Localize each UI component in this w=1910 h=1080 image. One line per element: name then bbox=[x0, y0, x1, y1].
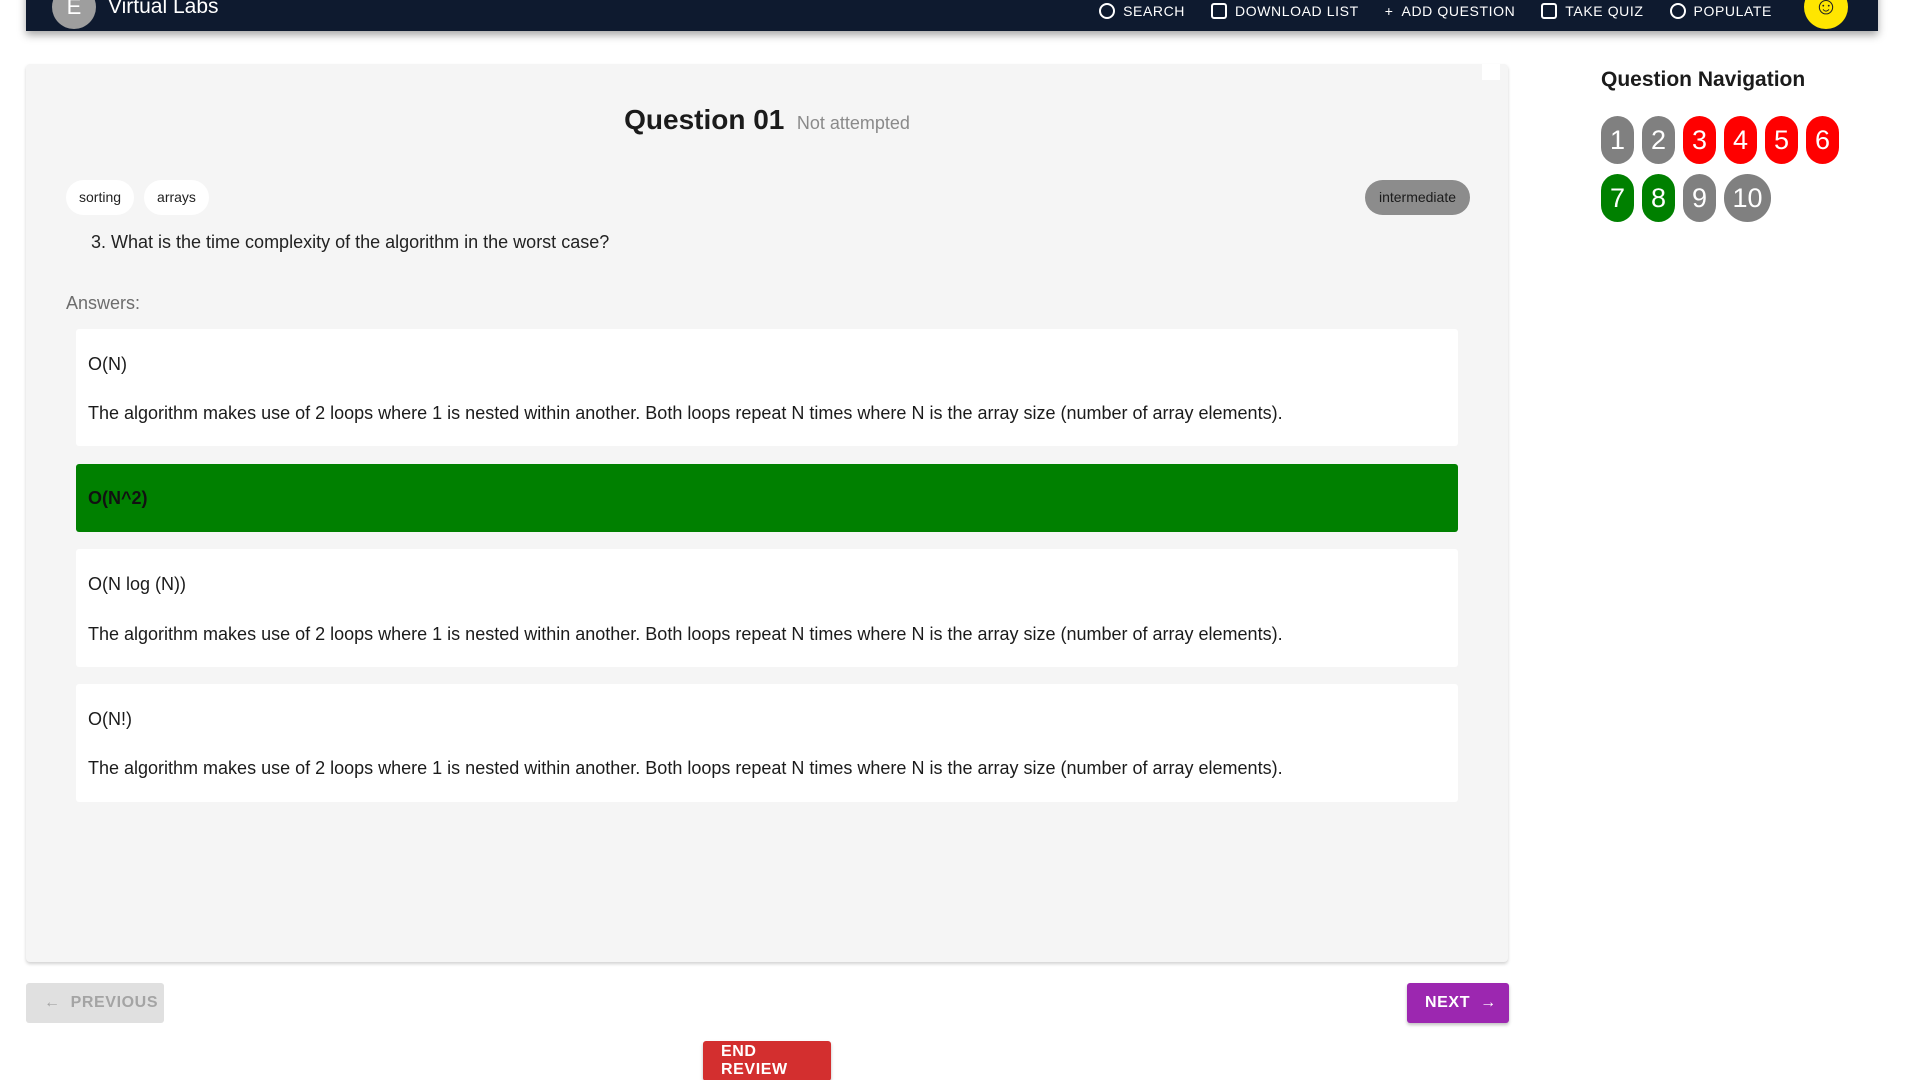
question-nav-button-10[interactable]: 10 bbox=[1724, 174, 1771, 222]
answer-explanation: The algorithm makes use of 2 loops where… bbox=[88, 758, 1283, 778]
take-quiz-button[interactable]: TAKE QUIZ bbox=[1541, 3, 1643, 19]
question-nav-button-8[interactable]: 8 bbox=[1642, 174, 1675, 222]
download-list-button[interactable]: DOWNLOAD LIST bbox=[1211, 3, 1359, 19]
question-card: Question 01 Not attempted sorting arrays… bbox=[26, 64, 1508, 962]
card-corner bbox=[1482, 64, 1500, 80]
question-header: Question 01 Not attempted bbox=[26, 104, 1508, 136]
populate-icon bbox=[1669, 3, 1686, 19]
quiz-icon bbox=[1541, 3, 1558, 19]
download-list-label: DOWNLOAD LIST bbox=[1235, 3, 1359, 19]
question-nav-button-6[interactable]: 6 bbox=[1806, 116, 1839, 164]
question-status: Not attempted bbox=[796, 113, 910, 133]
plus-icon: + bbox=[1384, 3, 1394, 19]
answer-explanation: The algorithm makes use of 2 loops where… bbox=[88, 403, 1283, 423]
question-nav-button-1[interactable]: 1 bbox=[1601, 116, 1634, 164]
user-avatar-smiley-icon[interactable]: ☺ bbox=[1804, 0, 1848, 29]
arrow-left-icon: ← bbox=[44, 994, 61, 1011]
search-icon bbox=[1099, 3, 1116, 19]
question-nav-button-4[interactable]: 4 bbox=[1724, 116, 1757, 164]
question-navigation-title: Question Navigation bbox=[1601, 68, 1806, 91]
question-text: 3. What is the time complexity of the al… bbox=[91, 232, 610, 252]
answers-label: Answers: bbox=[66, 293, 141, 313]
answer-option-text: O(N!) bbox=[88, 709, 132, 729]
answer-option-text: O(N^2) bbox=[88, 488, 148, 508]
populate-label: POPULATE bbox=[1693, 3, 1772, 19]
previous-label: PREVIOUS bbox=[70, 994, 159, 1011]
end-review-button[interactable]: END REVIEW bbox=[703, 1041, 831, 1080]
end-review-label: END REVIEW bbox=[721, 1043, 788, 1078]
question-nav-button-7[interactable]: 7 bbox=[1601, 174, 1634, 222]
previous-button[interactable]: ← PREVIOUS bbox=[26, 983, 164, 1023]
add-question-label: ADD QUESTION bbox=[1401, 3, 1516, 19]
answer-option-text: O(N) bbox=[88, 354, 127, 374]
question-title: Question 01 bbox=[624, 104, 785, 135]
question-nav-button-2[interactable]: 2 bbox=[1642, 116, 1675, 164]
tag-list: sorting arrays bbox=[66, 180, 209, 215]
question-nav-button-5[interactable]: 5 bbox=[1765, 116, 1798, 164]
download-icon bbox=[1211, 3, 1228, 19]
difficulty-chip[interactable]: intermediate bbox=[1364, 180, 1470, 215]
take-quiz-label: TAKE QUIZ bbox=[1565, 3, 1644, 19]
brand[interactable]: E Virtual Labs bbox=[52, 0, 219, 29]
arrow-right-icon: → bbox=[1480, 994, 1497, 1011]
next-button[interactable]: NEXT → bbox=[1407, 983, 1509, 1023]
populate-button[interactable]: POPULATE bbox=[1669, 3, 1772, 19]
question-navigation: Question Navigation 1 2 3 4 5 6 7 8 9 10 bbox=[1601, 68, 1839, 222]
question-nav-button-9[interactable]: 9 bbox=[1683, 174, 1716, 222]
tag-chip[interactable]: sorting bbox=[66, 180, 135, 215]
search-label: SEARCH bbox=[1123, 3, 1186, 19]
answer-option[interactable]: O(N!) The algorithm makes use of 2 loops… bbox=[76, 684, 1458, 802]
appbar-actions: SEARCH DOWNLOAD LIST + ADD QUESTION TAKE… bbox=[1099, 0, 1848, 29]
answer-option-text: O(N log (N)) bbox=[88, 574, 186, 594]
answer-explanation: The algorithm makes use of 2 loops where… bbox=[88, 624, 1283, 644]
next-label: NEXT bbox=[1425, 994, 1471, 1011]
brand-logo: E bbox=[52, 0, 96, 29]
question-nav-button-3[interactable]: 3 bbox=[1683, 116, 1716, 164]
app-bar: E Virtual Labs SEARCH DOWNLOAD LIST + AD… bbox=[26, 0, 1878, 31]
answer-option-correct[interactable]: O(N^2) bbox=[76, 464, 1458, 532]
add-question-button[interactable]: + ADD QUESTION bbox=[1385, 3, 1516, 19]
answer-option[interactable]: O(N) The algorithm makes use of 2 loops … bbox=[76, 329, 1458, 446]
search-button[interactable]: SEARCH bbox=[1099, 3, 1185, 19]
answer-option[interactable]: O(N log (N)) The algorithm makes use of … bbox=[76, 549, 1458, 667]
brand-name: Virtual Labs bbox=[108, 0, 219, 18]
tag-chip[interactable]: arrays bbox=[144, 180, 209, 215]
